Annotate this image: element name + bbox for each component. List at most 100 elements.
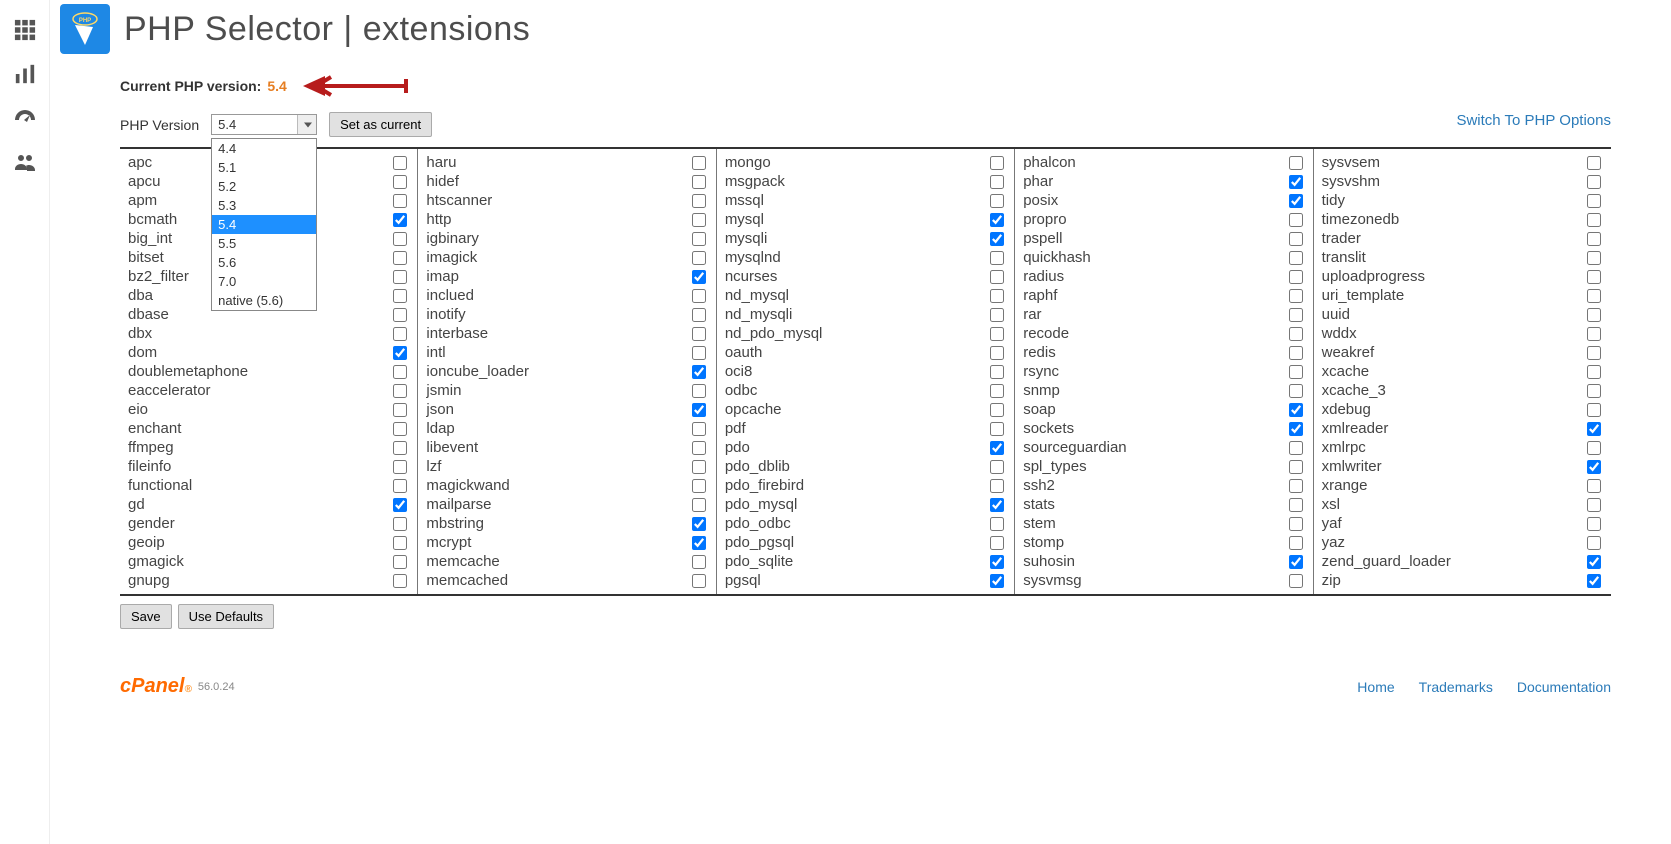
extension-label[interactable]: dbx (128, 325, 152, 342)
extension-checkbox[interactable] (1587, 194, 1601, 208)
extension-label[interactable]: stomp (1023, 534, 1064, 551)
extension-checkbox[interactable] (990, 346, 1004, 360)
stats-icon[interactable] (0, 52, 50, 96)
extension-label[interactable]: memcached (426, 572, 508, 589)
extension-label[interactable]: pspell (1023, 230, 1062, 247)
extension-checkbox[interactable] (692, 346, 706, 360)
extension-label[interactable]: pdo_dblib (725, 458, 790, 475)
extension-label[interactable]: gd (128, 496, 145, 513)
extension-checkbox[interactable] (1289, 289, 1303, 303)
extension-label[interactable]: dbase (128, 306, 169, 323)
extension-checkbox[interactable] (1289, 194, 1303, 208)
apps-icon[interactable] (0, 8, 50, 52)
extension-checkbox[interactable] (990, 327, 1004, 341)
extension-checkbox[interactable] (1587, 403, 1601, 417)
extension-label[interactable]: apm (128, 192, 157, 209)
extension-checkbox[interactable] (990, 517, 1004, 531)
extension-label[interactable]: sysvsem (1322, 154, 1380, 171)
version-option[interactable]: 5.6 (212, 253, 316, 272)
extension-checkbox[interactable] (1289, 517, 1303, 531)
extension-label[interactable]: mysqli (725, 230, 768, 247)
extension-checkbox[interactable] (1289, 498, 1303, 512)
extension-checkbox[interactable] (1289, 460, 1303, 474)
extension-label[interactable]: oauth (725, 344, 763, 361)
extension-checkbox[interactable] (1587, 422, 1601, 436)
extension-label[interactable]: jsmin (426, 382, 461, 399)
extension-checkbox[interactable] (393, 574, 407, 588)
extension-checkbox[interactable] (1587, 213, 1601, 227)
extension-checkbox[interactable] (393, 479, 407, 493)
extension-checkbox[interactable] (990, 289, 1004, 303)
extension-label[interactable]: mongo (725, 154, 771, 171)
extension-checkbox[interactable] (1289, 346, 1303, 360)
extension-label[interactable]: pdo_sqlite (725, 553, 793, 570)
extension-label[interactable]: msgpack (725, 173, 785, 190)
extension-checkbox[interactable] (1289, 251, 1303, 265)
version-option[interactable]: 7.0 (212, 272, 316, 291)
extension-checkbox[interactable] (1587, 270, 1601, 284)
extension-label[interactable]: sysvmsg (1023, 572, 1081, 589)
extension-checkbox[interactable] (692, 365, 706, 379)
extension-label[interactable]: zend_guard_loader (1322, 553, 1451, 570)
extension-checkbox[interactable] (393, 555, 407, 569)
extension-label[interactable]: xsl (1322, 496, 1340, 513)
extension-label[interactable]: xmlreader (1322, 420, 1389, 437)
extension-checkbox[interactable] (1587, 156, 1601, 170)
extension-checkbox[interactable] (692, 308, 706, 322)
extension-checkbox[interactable] (692, 194, 706, 208)
extension-label[interactable]: phalcon (1023, 154, 1076, 171)
extension-checkbox[interactable] (1289, 175, 1303, 189)
extension-label[interactable]: inotify (426, 306, 465, 323)
extension-label[interactable]: yaz (1322, 534, 1345, 551)
extension-label[interactable]: phar (1023, 173, 1053, 190)
extension-checkbox[interactable] (692, 384, 706, 398)
extension-label[interactable]: ffmpeg (128, 439, 174, 456)
set-as-current-button[interactable]: Set as current (329, 112, 432, 137)
extension-label[interactable]: xmlwriter (1322, 458, 1382, 475)
extension-checkbox[interactable] (692, 213, 706, 227)
version-select[interactable]: 5.4 (211, 114, 317, 135)
extension-label[interactable]: haru (426, 154, 456, 171)
extension-checkbox[interactable] (1587, 441, 1601, 455)
extension-label[interactable]: eio (128, 401, 148, 418)
extension-checkbox[interactable] (990, 175, 1004, 189)
extension-checkbox[interactable] (1587, 308, 1601, 322)
extension-checkbox[interactable] (692, 460, 706, 474)
extension-checkbox[interactable] (990, 403, 1004, 417)
extension-checkbox[interactable] (692, 479, 706, 493)
extension-label[interactable]: xdebug (1322, 401, 1371, 418)
version-option[interactable]: 4.4 (212, 139, 316, 158)
extension-label[interactable]: pgsql (725, 572, 761, 589)
use-defaults-button[interactable]: Use Defaults (178, 604, 274, 629)
extension-checkbox[interactable] (692, 441, 706, 455)
extension-checkbox[interactable] (1587, 384, 1601, 398)
extension-checkbox[interactable] (1587, 517, 1601, 531)
extension-label[interactable]: pdo_mysql (725, 496, 798, 513)
extension-checkbox[interactable] (1587, 346, 1601, 360)
extension-label[interactable]: enchant (128, 420, 181, 437)
extension-label[interactable]: xrange (1322, 477, 1368, 494)
extension-label[interactable]: pdo (725, 439, 750, 456)
extension-label[interactable]: big_int (128, 230, 172, 247)
extension-label[interactable]: gmagick (128, 553, 184, 570)
extension-checkbox[interactable] (1289, 403, 1303, 417)
extension-checkbox[interactable] (990, 232, 1004, 246)
extension-checkbox[interactable] (990, 308, 1004, 322)
extension-label[interactable]: bcmath (128, 211, 177, 228)
extension-checkbox[interactable] (990, 536, 1004, 550)
extension-label[interactable]: posix (1023, 192, 1058, 209)
extension-checkbox[interactable] (692, 232, 706, 246)
extension-label[interactable]: nd_pdo_mysql (725, 325, 823, 342)
extension-checkbox[interactable] (1587, 327, 1601, 341)
version-option[interactable]: 5.1 (212, 158, 316, 177)
extension-checkbox[interactable] (1289, 422, 1303, 436)
extension-checkbox[interactable] (692, 327, 706, 341)
extension-checkbox[interactable] (990, 441, 1004, 455)
extension-label[interactable]: rsync (1023, 363, 1059, 380)
switch-to-php-options-link[interactable]: Switch To PHP Options (1456, 112, 1611, 129)
extension-checkbox[interactable] (393, 289, 407, 303)
extension-checkbox[interactable] (692, 422, 706, 436)
extension-checkbox[interactable] (393, 384, 407, 398)
extension-checkbox[interactable] (393, 365, 407, 379)
extension-label[interactable]: ldap (426, 420, 454, 437)
